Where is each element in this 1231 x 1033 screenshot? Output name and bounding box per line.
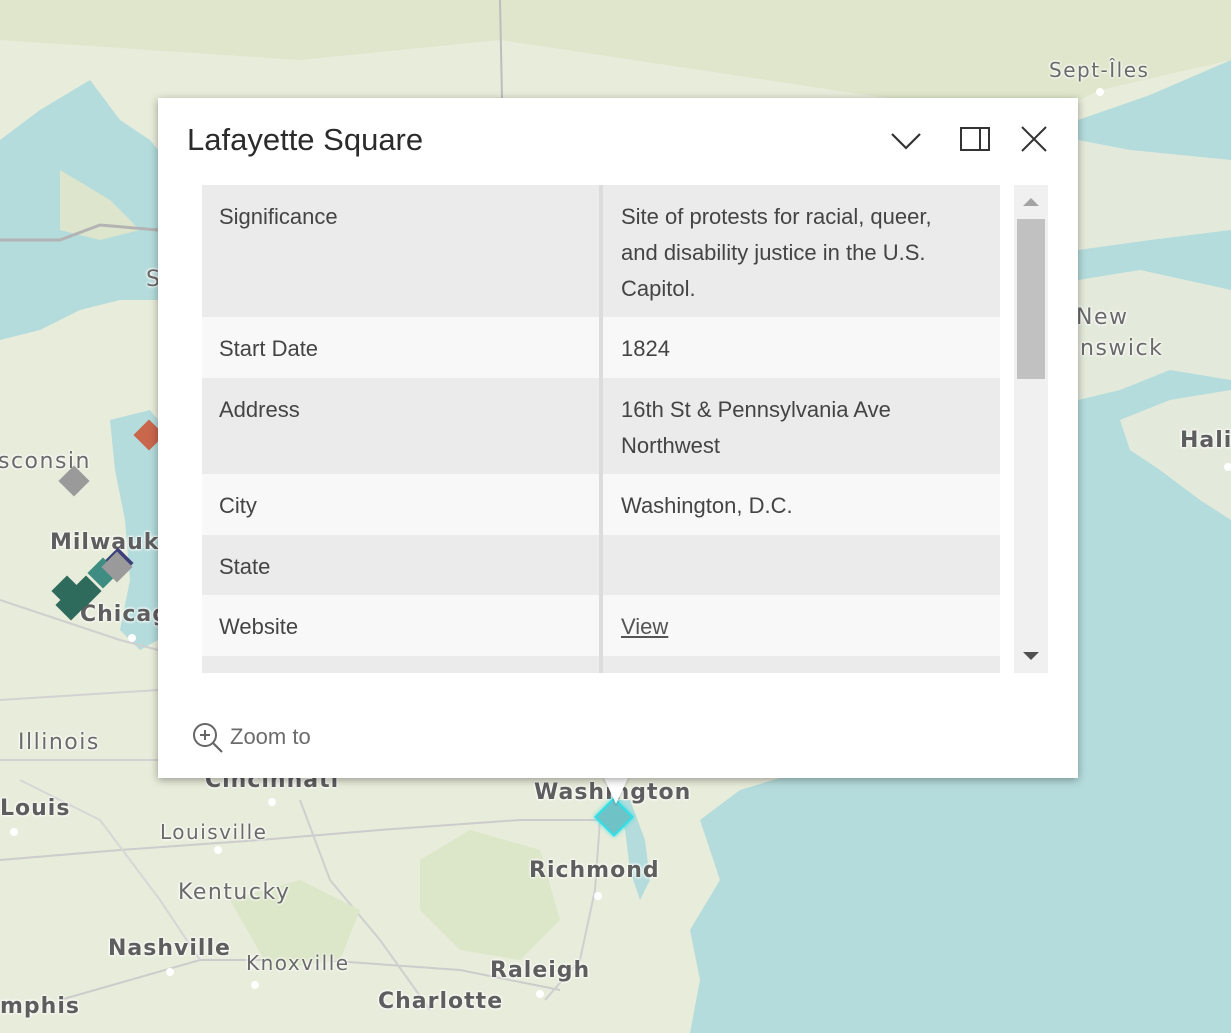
map-label-kentucky: Kentucky [178,880,291,905]
field-value: Site of protests for racial, queer, and … [621,199,981,307]
column-divider [599,185,603,673]
close-button[interactable] [1014,120,1054,160]
map-label-sept-iles: Sept-Îles [1049,58,1150,82]
map-label-memphis: mphis [0,994,80,1019]
attribute-table[interactable]: Significance Site of protests for racial… [202,185,1000,673]
field-value: Washington, D.C. [621,493,793,518]
field-value-line: 16th St & Pennsylvania Ave [621,397,891,422]
field-value-line: and disability justice in the U.S. [621,240,926,265]
field-key: State [219,554,271,579]
map-label-knoxville: Knoxville [246,951,350,975]
scroll-up-icon[interactable] [1023,198,1039,206]
scroll-thumb[interactable] [1017,219,1045,379]
field-value: View [621,609,981,645]
field-value-line: Capitol. [621,276,696,301]
map-label-illinois: Illinois [18,730,100,755]
map-label-milwaukee: Milwauk [50,530,160,555]
field-value-line: Northwest [621,433,721,458]
popup-title: Lafayette Square [187,122,424,157]
field-key: City [219,493,257,518]
field-value: 1824 [621,336,670,361]
field-key: Significance [219,204,338,229]
field-key: Address [219,397,300,422]
map-label-raleigh: Raleigh [490,958,591,983]
map-label-richmond: Richmond [529,858,660,883]
scroll-down-icon[interactable] [1023,652,1039,660]
map-label-new-brunswick-line2: nswick [1080,336,1164,361]
field-key: Website [219,614,299,639]
map-label-st-louis: Louis [0,796,71,821]
field-key: Start Date [219,336,319,361]
map-label-louisville: Louisville [160,820,268,844]
popup-pointer [603,776,629,804]
field-value: 16th St & Pennsylvania Ave Northwest [621,392,981,464]
website-link[interactable]: View [621,614,668,639]
field-value-line: Site of protests for racial, queer, [621,204,932,229]
zoom-to-label: Zoom to [230,724,311,749]
map-label-chicago: Chicag [80,602,169,627]
collapse-button[interactable] [886,120,926,160]
scrollbar[interactable] [1014,185,1048,673]
map-label-halifax: Hali [1180,428,1231,453]
map-label-charlotte: Charlotte [378,989,504,1014]
dock-button[interactable] [955,120,995,160]
map-label-nashville: Nashville [108,936,231,961]
map-label-new-brunswick-line1: New [1076,305,1129,330]
feature-popup: Lafayette Square Significance Site of pr… [158,98,1078,778]
